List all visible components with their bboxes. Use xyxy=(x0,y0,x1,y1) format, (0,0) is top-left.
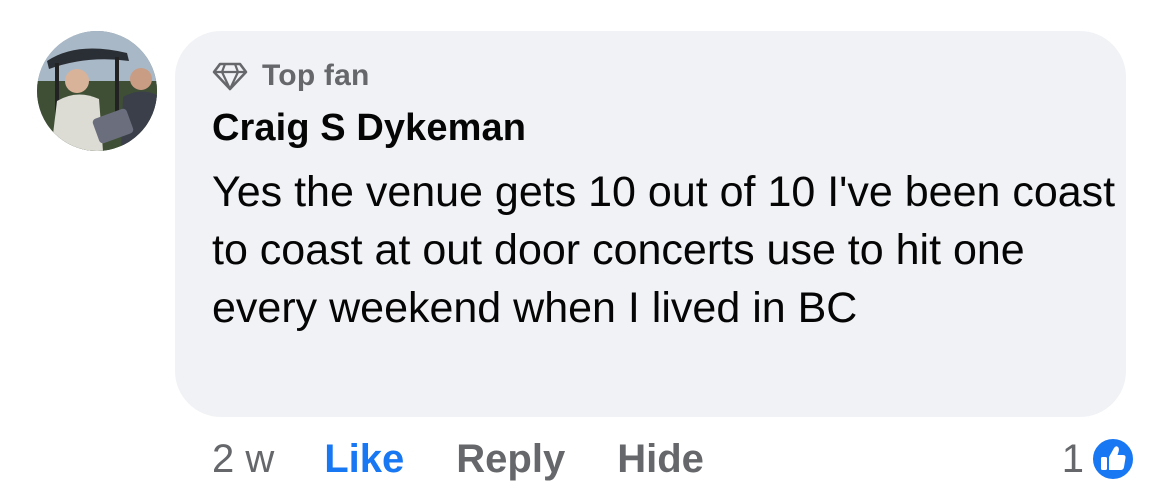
comment-text: Yes the venue gets 10 out of 10 I've bee… xyxy=(212,168,1116,332)
diamond-icon xyxy=(212,62,248,91)
comment-timestamp[interactable]: 2 w xyxy=(212,437,274,482)
thumbs-up-icon xyxy=(1091,437,1135,481)
comment-author[interactable]: Craig S Dykeman xyxy=(212,107,526,150)
hide-button[interactable]: Hide xyxy=(617,437,704,482)
top-fan-badge: Top fan xyxy=(212,58,369,94)
avatar-photo xyxy=(37,31,157,151)
avatar[interactable] xyxy=(37,31,157,151)
like-button[interactable]: Like xyxy=(324,437,404,482)
comment-actions: 2 w Like Reply Hide xyxy=(212,433,756,485)
badge-label: Top fan xyxy=(262,59,370,92)
reply-button[interactable]: Reply xyxy=(456,437,565,482)
reaction-count: 1 xyxy=(1061,436,1084,481)
reaction-summary[interactable]: 1 xyxy=(1062,433,1136,485)
